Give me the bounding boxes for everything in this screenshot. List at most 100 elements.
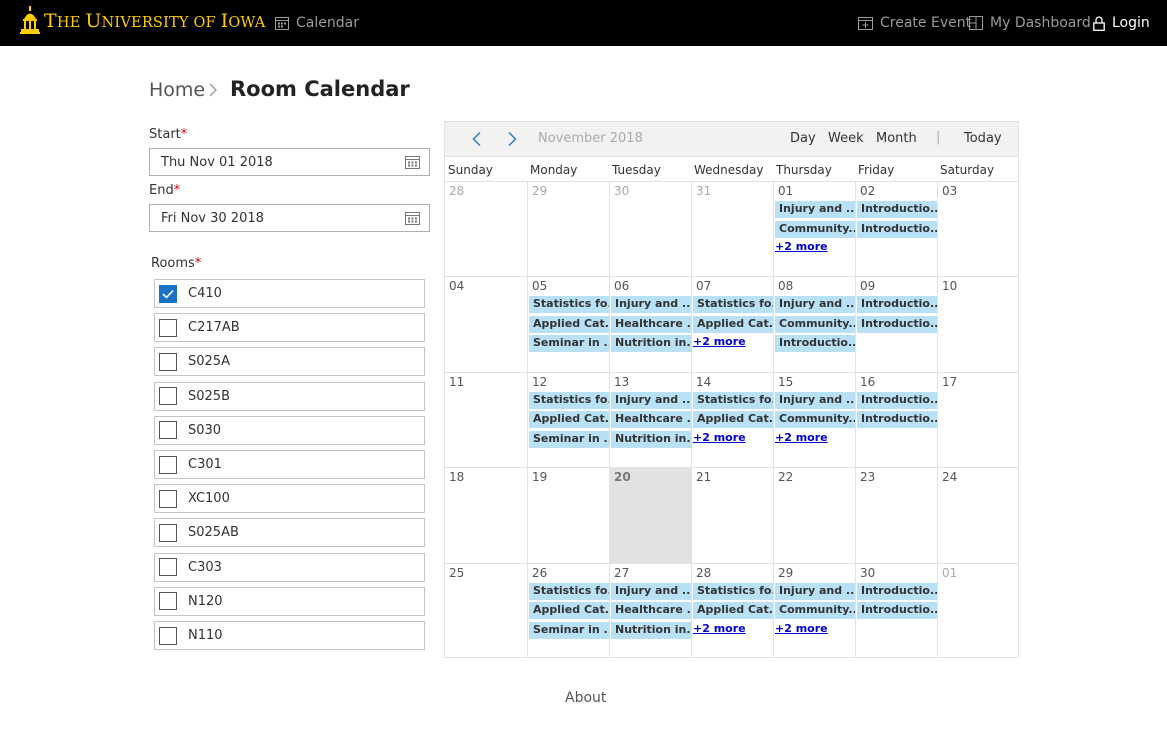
calendar-event[interactable]: Community... (775, 602, 855, 620)
day-cell[interactable]: 16 Introductio... Introductio... (855, 371, 937, 468)
room-option[interactable]: N120 (154, 586, 425, 616)
calendar-event[interactable]: Statistics fo... (693, 296, 773, 314)
day-cell[interactable]: 01 Injury and ... Community... +2 more (773, 181, 855, 277)
end-date-field[interactable]: Fri Nov 30 2018 (149, 204, 430, 232)
calendar-event[interactable]: Introductio... (857, 391, 937, 409)
calendar-event[interactable]: Applied Cat... (529, 315, 609, 333)
calendar-event[interactable]: Injury and ... (775, 391, 855, 409)
checkbox-unchecked[interactable] (159, 455, 177, 474)
calendar-event[interactable]: Applied Cat... (693, 602, 773, 620)
checkbox-unchecked[interactable] (159, 318, 177, 337)
calendar-event[interactable]: Applied Cat... (693, 411, 773, 429)
day-cell[interactable]: 23 (855, 467, 937, 563)
calendar-event[interactable]: Nutrition in... (611, 621, 691, 639)
checkbox-unchecked[interactable] (159, 421, 177, 440)
calendar-event[interactable]: Introductio... (857, 411, 937, 429)
day-cell[interactable]: 31 (691, 181, 773, 277)
day-cell[interactable]: 18 (445, 467, 527, 563)
calendar-event[interactable]: Introductio... (857, 296, 937, 314)
day-cell[interactable]: 08 Injury and ... Community... Introductio.… (773, 276, 855, 372)
footer-about-link[interactable]: About (565, 690, 606, 706)
calendar-event[interactable]: Nutrition in... (611, 430, 691, 448)
calendar-event[interactable]: Introductio... (775, 335, 855, 353)
nav-my-dashboard[interactable]: My Dashboard (969, 0, 1091, 46)
day-cell[interactable]: 02 Introductio... Introductio... (855, 181, 937, 277)
day-cell[interactable]: 13 Injury and ... Healthcare ... Nutrition … (609, 371, 691, 468)
calendar-event[interactable]: Injury and ... (611, 296, 691, 314)
day-cell[interactable]: 30 (609, 181, 691, 277)
calendar-event[interactable]: Introductio... (857, 201, 937, 218)
calendar-event[interactable]: Introductio... (857, 315, 937, 333)
more-events-link[interactable]: +2 more (693, 335, 746, 348)
day-cell[interactable]: 27 Injury and ... Healthcare ... Nutrition … (609, 562, 691, 657)
room-option[interactable]: S025A (154, 347, 425, 377)
nav-calendar[interactable]: Calendar (275, 0, 359, 46)
day-cell[interactable]: 25 (445, 562, 527, 657)
day-cell[interactable]: 05 Statistics fo...Applied Cat... Seminar … (527, 276, 609, 372)
day-cell[interactable]: 14 Statistics fo... Applied Cat... +2 more (691, 371, 773, 468)
view-month-button[interactable]: Month (876, 131, 917, 146)
calendar-event[interactable]: Community... (775, 220, 855, 238)
day-cell[interactable]: 28 Statistics fo... Applied Cat... +2 more (691, 562, 773, 657)
day-cell[interactable]: 21 (691, 467, 773, 563)
view-week-button[interactable]: Week (828, 131, 864, 146)
room-option[interactable]: N110 (154, 621, 425, 650)
checkbox-unchecked[interactable] (159, 489, 177, 508)
more-events-link[interactable]: +2 more (693, 622, 746, 635)
chevron-right-icon[interactable] (506, 131, 518, 147)
calendar-event[interactable]: Introductio... (857, 582, 937, 600)
calendar-event[interactable]: Applied Cat... (693, 315, 773, 333)
room-option[interactable]: C410 (154, 279, 425, 308)
calendar-event[interactable]: Statistics fo... (529, 391, 609, 409)
nav-create-event[interactable]: Create Event (858, 0, 971, 46)
room-option[interactable]: C303 (154, 552, 425, 582)
checkbox-checked[interactable] (159, 284, 177, 303)
calendar-event[interactable]: Statistics fo... (693, 391, 773, 409)
checkbox-unchecked[interactable] (159, 523, 177, 542)
calendar-event[interactable]: Injury and ... (775, 582, 855, 600)
calendar-event[interactable]: Applied Cat... (529, 411, 609, 429)
day-cell[interactable]: 12 Statistics fo... Applied Cat...Seminar … (527, 371, 609, 468)
day-cell[interactable]: 09 Introductio... Introductio... (855, 276, 937, 372)
checkbox-unchecked[interactable] (159, 352, 177, 371)
calendar-event[interactable]: Injury and ... (775, 296, 855, 314)
calendar-event[interactable]: Statistics fo... (529, 296, 609, 314)
room-option[interactable]: XC100 (154, 484, 425, 514)
calendar-event[interactable]: Healthcare ... (611, 411, 691, 429)
day-cell[interactable]: 19 (527, 467, 609, 563)
calendar-icon[interactable] (405, 155, 420, 169)
room-option[interactable]: S025B (154, 381, 425, 411)
day-cell[interactable]: 03 (937, 181, 1018, 277)
day-cell[interactable]: 28 (445, 181, 527, 277)
calendar-event[interactable]: Community... (775, 315, 855, 333)
calendar-event[interactable]: Healthcare ... (611, 315, 691, 333)
day-cell[interactable]: 26 Statistics fo... Applied Cat...Seminar … (527, 562, 609, 657)
nav-login[interactable]: Login (1093, 0, 1150, 46)
room-option[interactable]: S030 (154, 415, 425, 445)
more-events-link[interactable]: +2 more (775, 431, 828, 444)
view-day-button[interactable]: Day (790, 131, 816, 146)
calendar-event[interactable]: Injury and ... (775, 201, 855, 218)
checkbox-unchecked[interactable] (159, 626, 177, 645)
room-option[interactable]: C217AB (154, 313, 425, 343)
calendar-event[interactable]: Nutrition in... (611, 335, 691, 353)
today-button[interactable]: Today (964, 131, 1002, 146)
day-cell[interactable]: 06 Injury and ... Healthcare ... Nutrition … (609, 276, 691, 372)
day-cell[interactable]: 29 (527, 181, 609, 277)
calendar-event[interactable]: Community... (775, 411, 855, 429)
calendar-event[interactable]: Applied Cat... (529, 602, 609, 620)
calendar-icon[interactable] (405, 211, 420, 225)
calendar-event[interactable]: Injury and ... (611, 582, 691, 600)
calendar-event[interactable]: Injury and ... (611, 391, 691, 409)
calendar-event[interactable]: Introductio... (857, 220, 937, 238)
calendar-event[interactable]: Seminar in ... (529, 335, 609, 353)
calendar-event[interactable]: Healthcare ... (611, 602, 691, 620)
calendar-event[interactable]: Statistics fo... (693, 582, 773, 600)
calendar-event[interactable]: Seminar in ... (529, 621, 609, 639)
room-option[interactable]: C301 (154, 450, 425, 479)
calendar-event[interactable]: Statistics fo... (529, 582, 609, 600)
chevron-left-icon[interactable] (471, 131, 483, 147)
day-cell[interactable]: 04 (445, 276, 527, 372)
day-cell[interactable]: 22 (773, 467, 855, 563)
more-events-link[interactable]: +2 more (775, 240, 828, 253)
